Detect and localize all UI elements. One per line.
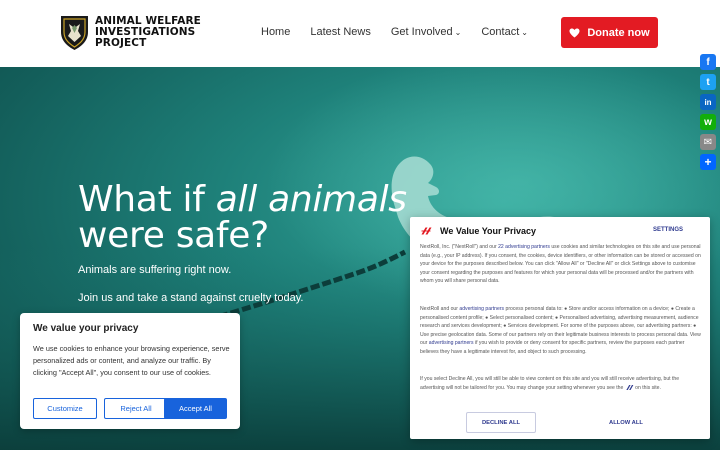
twitter-glyph: t xyxy=(706,76,710,88)
nav-latest-news[interactable]: Latest News xyxy=(310,26,371,38)
whatsapp-icon[interactable]: w xyxy=(700,114,716,130)
heart-icon xyxy=(569,27,580,38)
consent-settings-link[interactable]: SETTINGS xyxy=(653,227,683,233)
nextroll-logo-icon xyxy=(421,227,432,235)
logo-line-3: PROJECT xyxy=(95,37,147,49)
cookie-banner-text: We use cookies to enhance your browsing … xyxy=(33,344,230,377)
email-glyph: ✉ xyxy=(703,136,713,148)
nav-get-involved-label: Get Involved xyxy=(390,26,453,38)
donate-button[interactable]: Donate now xyxy=(561,17,658,48)
nav-home-label: Home xyxy=(261,26,291,38)
consent-p1-text-b: use cookies and similar technologies on … xyxy=(420,244,701,285)
hero-subtitle-2: Join us and take a stand against cruelty… xyxy=(78,292,304,304)
nextroll-small-logo-icon xyxy=(626,384,634,390)
consent-p1-text-a: NextRoll, Inc. ("NextRoll") and our xyxy=(420,244,499,250)
nav-latest-news-label: Latest News xyxy=(310,26,371,38)
hero-subtitle-1: Animals are suffering right now. xyxy=(78,264,232,276)
linkedin-glyph: in xyxy=(704,97,712,107)
twitter-icon[interactable]: t xyxy=(700,74,716,90)
nextroll-consent-dialog: We Value Your Privacy SETTINGS NextRoll,… xyxy=(410,217,710,439)
social-share-bar: f t in w ✉ + xyxy=(700,54,716,174)
consent-paragraph-2: NextRoll and our advertising partners pr… xyxy=(420,305,702,357)
hero-title-emphasis: all animals xyxy=(215,179,407,220)
consent-p3-text-b: on this site. xyxy=(633,384,661,391)
advertising-partners-link[interactable]: advertising partners xyxy=(459,306,504,312)
advertising-partners-link-2[interactable]: advertising partners xyxy=(429,340,474,346)
chevron-down-icon: ⌄ xyxy=(454,27,462,37)
hero-title-line2: were safe? xyxy=(78,215,269,256)
consent-p2-text-a: NextRoll and our xyxy=(420,306,460,312)
logo-wordmark: ANIMAL WELFARE INVESTIGATIONS PROJECT xyxy=(95,16,201,49)
nav-home[interactable]: Home xyxy=(261,26,290,38)
nav-contact-label: Contact xyxy=(481,26,520,38)
chevron-down-icon: ⌄ xyxy=(521,27,528,37)
advertising-partners-link[interactable]: 22 advertising partners xyxy=(498,244,550,250)
allow-all-button[interactable]: ALLOW ALL xyxy=(591,412,661,433)
hero-title: What if all animals were safe? xyxy=(78,182,407,254)
cookie-banner-title: We value your privacy xyxy=(33,323,139,334)
consent-paragraph-1: NextRoll, Inc. ("NextRoll") and our 22 a… xyxy=(420,243,702,286)
whatsapp-glyph: w xyxy=(704,116,712,128)
nav-contact[interactable]: Contact ⌄ xyxy=(481,26,528,38)
share-icon[interactable]: + xyxy=(700,154,716,170)
share-glyph: + xyxy=(704,155,712,169)
hero-title-part1: What if xyxy=(78,179,216,220)
customize-button[interactable]: Customize xyxy=(33,398,97,419)
email-icon[interactable]: ✉ xyxy=(700,134,716,150)
consent-paragraph-3: If you select Decline All, you will stil… xyxy=(420,375,702,392)
nav-get-involved[interactable]: Get Involved ⌄ xyxy=(391,26,461,38)
donate-label: Donate now xyxy=(587,26,650,39)
site-header: ANIMAL WELFARE INVESTIGATIONS PROJECT Ho… xyxy=(0,0,720,67)
decline-all-button[interactable]: DECLINE ALL xyxy=(466,412,536,433)
linkedin-icon[interactable]: in xyxy=(700,94,716,110)
facebook-icon[interactable]: f xyxy=(700,54,716,70)
facebook-glyph: f xyxy=(706,56,710,68)
site-logo[interactable]: ANIMAL WELFARE INVESTIGATIONS PROJECT xyxy=(60,14,201,51)
cookie-consent-banner: We value your privacy We use cookies to … xyxy=(20,313,240,429)
consent-header: We Value Your Privacy xyxy=(420,226,536,236)
consent-title: We Value Your Privacy xyxy=(440,226,537,236)
main-nav: Home Latest News Get Involved ⌄ Contact ⌄ xyxy=(261,26,548,38)
shield-logo-icon xyxy=(61,16,88,50)
accept-all-button[interactable]: Accept All xyxy=(164,398,227,419)
reject-all-button[interactable]: Reject All xyxy=(104,398,168,419)
